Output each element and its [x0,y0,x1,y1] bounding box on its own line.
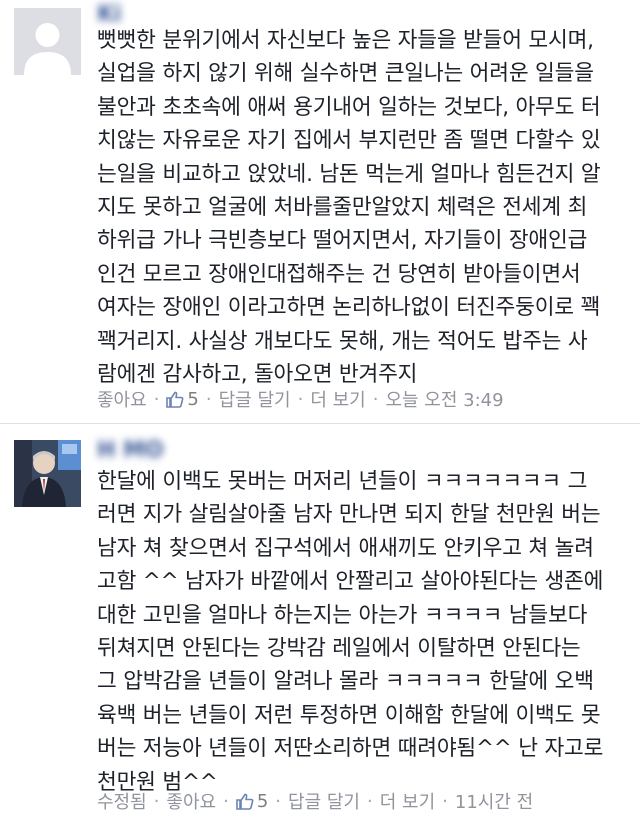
reply-link[interactable]: 답글 달기 [219,386,291,412]
like-link[interactable]: 좋아요 [166,788,216,814]
comment-timestamp[interactable]: 11시간 전 [455,788,533,814]
comment-item: Ki 뻣뻣한 분위기에서 자신보다 높은 자들을 받들어 모시며, 실업을 하지… [0,0,640,418]
like-count: 5 [256,790,269,812]
edited-link[interactable]: 수정됨 [97,788,147,814]
thumbs-up-icon [166,391,184,408]
separator-dot: · [372,388,379,410]
separator-dot: · [367,790,373,812]
default-avatar-icon [14,8,81,75]
like-count-button[interactable]: 5 [236,791,268,812]
separator-dot: · [153,790,160,812]
avatar[interactable] [14,8,81,75]
comment-item: H MO 한달에 이백도 못버는 머저리 년들이 ㅋㅋㅋㅋㅋㅋㅋ 그 러면 지가… [0,430,640,822]
separator-dot: · [297,388,304,410]
comment-actions: 좋아요 · 5 · 답글 달기 · 더 보기 · 오늘 오전 3:49 [97,386,504,412]
more-link[interactable]: 더 보기 [380,788,435,814]
comment-actions: 수정됨 · 좋아요 · 5 · 답글 달기 · 더 보기 · 11시간 전 [97,788,533,814]
separator-dot: · [442,790,448,812]
comment-divider [0,423,640,424]
separator-dot: · [223,790,229,812]
comment-timestamp[interactable]: 오늘 오전 3:49 [385,386,503,412]
like-count-button[interactable]: 5 [166,388,199,410]
like-count: 5 [187,388,199,410]
comment-author-name[interactable]: H MO [97,438,164,463]
profile-photo-icon [14,440,81,507]
separator-dot: · [275,790,282,812]
avatar[interactable] [14,440,81,507]
more-link[interactable]: 더 보기 [310,386,365,412]
thumbs-up-icon [236,793,254,810]
reply-link[interactable]: 답글 달기 [288,788,360,814]
separator-dot: · [153,388,160,410]
like-link[interactable]: 좋아요 [97,386,147,412]
comment-text: 뻣뻣한 분위기에서 자신보다 높은 자들을 받들어 모시며, 실업을 하지 않기… [97,28,601,388]
separator-dot: · [205,388,212,410]
comment-text: 한달에 이백도 못버는 머저리 년들이 ㅋㅋㅋㅋㅋㅋㅋ 그 러면 지가 살림살아… [97,469,604,795]
